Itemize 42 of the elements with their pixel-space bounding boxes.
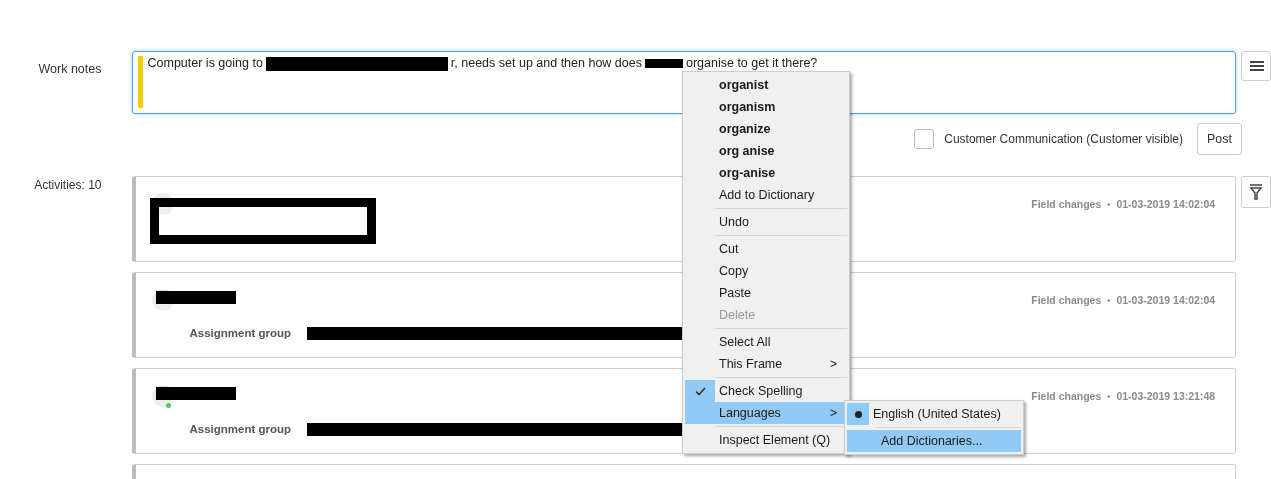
menu-item[interactable]: English (United States) xyxy=(847,403,1021,425)
menu-item[interactable]: Inspect Element (Q) xyxy=(685,429,847,451)
menu-item[interactable]: Copy xyxy=(685,260,847,282)
activity-type: Field changes xyxy=(1031,389,1102,404)
activity-type: Field changes xyxy=(1031,293,1102,308)
separator-dot: • xyxy=(1107,295,1111,308)
activity-timestamp: 01-03-2019 14:02:04 xyxy=(1116,197,1216,212)
menu-item[interactable]: Paste xyxy=(685,282,847,304)
menu-item[interactable]: This Frame > xyxy=(685,353,847,375)
menu-item[interactable]: Add Dictionaries... xyxy=(847,430,1021,452)
field-label: Work notes xyxy=(37,61,103,78)
checkbox-label: Customer Communication (Customer visible) xyxy=(944,131,1183,148)
post-button[interactable]: Post xyxy=(1197,123,1242,155)
field-label: Assignment group xyxy=(189,326,292,341)
compose-options-button[interactable] xyxy=(1241,51,1271,81)
checkbox[interactable] xyxy=(914,129,935,149)
menu-item[interactable]: organist xyxy=(685,74,847,96)
bullet-icon xyxy=(854,410,862,418)
list-icon xyxy=(1250,60,1265,72)
menu-item[interactable]: org anise xyxy=(685,140,847,162)
menu-item[interactable]: Languages > xyxy=(685,402,847,424)
menu-item[interactable]: Undo xyxy=(685,211,847,233)
field-label: Assignment group xyxy=(189,422,292,437)
menu-item[interactable]: Add to Dictionary xyxy=(685,184,847,206)
note-text: Computer is going to xyxy=(147,55,263,73)
activity-timestamp: 01-03-2019 14:02:04 xyxy=(1116,293,1216,308)
activities-label: Activities: 10 xyxy=(33,177,103,194)
menu-item[interactable]: org-anise xyxy=(685,162,847,184)
activity-timestamp: 01-03-2019 13:21:48 xyxy=(1116,389,1216,404)
menu-item[interactable]: organize xyxy=(685,118,847,140)
filter-button[interactable] xyxy=(1241,176,1271,208)
separator-dot: • xyxy=(1107,199,1111,212)
checkmark-icon xyxy=(694,386,706,396)
activity-type: Field changes xyxy=(1031,197,1102,212)
menu-item[interactable]: Cut xyxy=(685,238,847,260)
menu-item[interactable]: Check Spelling xyxy=(685,380,847,402)
menu-item[interactable]: Select All xyxy=(685,331,847,353)
separator-dot: • xyxy=(1107,391,1111,404)
note-text: r, needs set up and then how does xyxy=(450,55,642,73)
filter-icon xyxy=(1249,184,1264,200)
redaction-bar xyxy=(644,59,683,68)
note-text: organise to get it there? xyxy=(685,55,818,73)
